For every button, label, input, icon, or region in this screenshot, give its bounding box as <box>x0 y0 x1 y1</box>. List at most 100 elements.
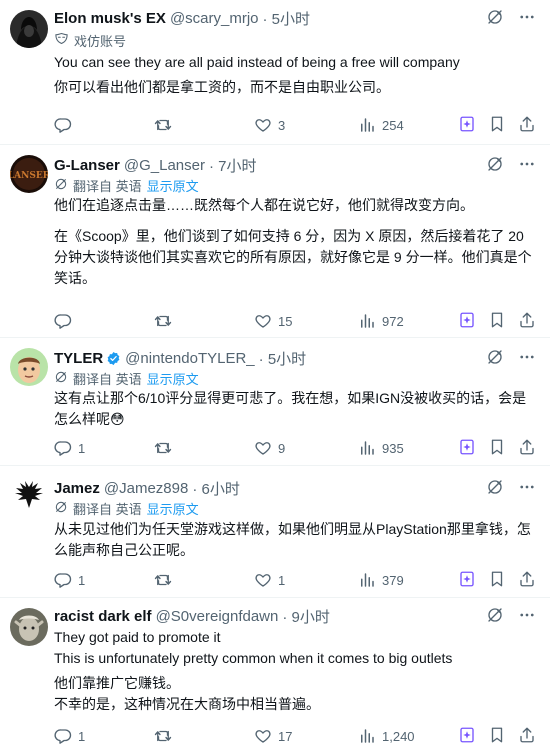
post-text-line: This is unfortunately pretty common when… <box>54 650 453 666</box>
post-time[interactable]: · 9小时 <box>282 606 330 627</box>
share-button[interactable] <box>518 115 536 136</box>
author-handle[interactable]: @nintendoTYLER_ <box>125 350 254 367</box>
author-handle[interactable]: @Jamez898 <box>104 480 188 497</box>
author-name[interactable]: G-Lanser <box>54 157 120 174</box>
bookmark-button[interactable] <box>488 570 506 591</box>
show-original-link[interactable]: 显示原文 <box>147 499 199 518</box>
reply-button[interactable] <box>54 312 154 330</box>
more-options-icon[interactable] <box>518 155 536 173</box>
heart-icon <box>254 727 272 745</box>
bar-chart-icon <box>358 571 376 589</box>
share-button[interactable] <box>518 570 536 591</box>
translated-from-label: 翻译自 英语 <box>73 371 142 387</box>
author-name[interactable]: TYLER <box>54 350 103 367</box>
post-text-line: 从未见过他们为任天堂游戏这样做，如果他们明显从PlayStation那里拿钱，怎… <box>54 521 531 558</box>
avatar[interactable] <box>10 478 48 516</box>
translate-icon <box>54 177 68 194</box>
author-name[interactable]: Elon musk's EX <box>54 10 166 27</box>
post-text-line: 他们在追逐点击量……既然每个人都在说它好，他们就得改变方向。 <box>54 197 474 213</box>
post-time[interactable]: · 7小时 <box>209 155 257 176</box>
grok-button[interactable] <box>458 726 476 747</box>
post-text-line: 在《Scoop》里，他们谈到了如何支持 6 分，因为 X 原因，然后接着花了 2… <box>54 228 532 286</box>
post-text: You can see they are all paid instead of… <box>54 52 536 98</box>
parody-mask-icon <box>54 31 69 49</box>
post-text-line: 这有点让那个6/10评分显得更可悲了。我在想，如果IGN没被收买的话，会是怎么样… <box>54 390 527 427</box>
heart-icon <box>254 312 272 330</box>
more-options-icon[interactable] <box>518 606 536 624</box>
reply-count: 1 <box>78 572 86 588</box>
view-count: 1,240 <box>382 728 415 744</box>
post-time[interactable]: · 5小时 <box>263 8 311 29</box>
share-button[interactable] <box>518 726 536 747</box>
retweet-button[interactable] <box>154 312 254 330</box>
reply-button[interactable]: 1 <box>54 439 154 457</box>
grok-explain-icon[interactable] <box>486 606 504 624</box>
more-options-icon[interactable] <box>518 8 536 26</box>
author-handle[interactable]: @G_Lanser <box>124 157 205 174</box>
post-text-line: They got paid to promote it <box>54 629 221 645</box>
views-button[interactable]: 1,240 <box>358 727 450 745</box>
view-count: 379 <box>382 572 404 588</box>
like-button[interactable]: 1 <box>254 571 358 589</box>
like-count: 3 <box>278 117 286 133</box>
reply-button[interactable]: 1 <box>54 727 154 745</box>
author-handle[interactable]: @S0vereignfdawn <box>156 608 279 625</box>
grok-explain-icon[interactable] <box>486 155 504 173</box>
grok-button[interactable] <box>458 115 476 136</box>
views-button[interactable]: 972 <box>358 312 450 330</box>
show-original-link[interactable]: 显示原文 <box>147 176 199 195</box>
retweet-button[interactable] <box>154 439 254 457</box>
post-text-line: 他们靠推广它赚钱。 <box>54 675 180 691</box>
post-time[interactable]: · 5小时 <box>259 348 307 369</box>
author-name[interactable]: Jamez <box>54 480 100 497</box>
verified-badge-icon <box>106 351 121 366</box>
share-button[interactable] <box>518 311 536 332</box>
reply-post-3[interactable]: TYLER @nintendoTYLER_ · 5小时 翻译自 英语 显示原文 … <box>0 338 550 466</box>
reply-post-4[interactable]: Jamez @Jamez898 · 6小时 翻译自 英语 显示原文 从未见过他们… <box>0 466 550 598</box>
reply-button[interactable] <box>54 116 154 134</box>
reply-post-2[interactable]: LANSER G-Lanser @G_Lanser · 7小时 翻译自 英语 显… <box>0 145 550 338</box>
show-original-link[interactable]: 显示原文 <box>147 369 199 388</box>
more-options-icon[interactable] <box>518 478 536 496</box>
avatar[interactable] <box>10 10 48 48</box>
svg-text:LANSER: LANSER <box>10 171 48 181</box>
grok-explain-icon[interactable] <box>486 478 504 496</box>
grok-explain-icon[interactable] <box>486 348 504 366</box>
g-lanser-logo-avatar-image: LANSER <box>10 155 48 193</box>
bookmark-button[interactable] <box>488 438 506 459</box>
reply-post-5[interactable]: racist dark elf @S0vereignfdawn · 9小时 Th… <box>0 598 550 754</box>
translated-from-label: 翻译自 英语 <box>73 501 142 517</box>
translate-icon <box>54 370 68 387</box>
views-button[interactable]: 935 <box>358 439 450 457</box>
retweet-button[interactable] <box>154 116 254 134</box>
bookmark-button[interactable] <box>488 726 506 747</box>
like-button[interactable]: 9 <box>254 439 358 457</box>
like-button[interactable]: 17 <box>254 727 358 745</box>
bookmark-button[interactable] <box>488 115 506 136</box>
avatar[interactable] <box>10 608 48 646</box>
grok-explain-icon[interactable] <box>486 8 504 26</box>
reply-post-1[interactable]: Elon musk's EX @scary_mrjo · 5小时 戏仿账号 Yo… <box>0 0 550 145</box>
author-handle[interactable]: @scary_mrjo <box>170 10 259 27</box>
post-text: 从未见过他们为任天堂游戏这样做，如果他们明显从PlayStation那里拿钱，怎… <box>54 519 536 561</box>
view-count: 935 <box>382 440 404 456</box>
grok-button[interactable] <box>458 438 476 459</box>
bookmark-button[interactable] <box>488 311 506 332</box>
more-options-icon[interactable] <box>518 348 536 366</box>
like-count: 1 <box>278 572 286 588</box>
like-button[interactable]: 3 <box>254 116 358 134</box>
views-button[interactable]: 379 <box>358 571 450 589</box>
grok-button[interactable] <box>458 311 476 332</box>
reply-button[interactable]: 1 <box>54 571 154 589</box>
author-name[interactable]: racist dark elf <box>54 608 152 625</box>
retweet-button[interactable] <box>154 727 254 745</box>
avatar[interactable] <box>10 348 48 386</box>
views-button[interactable]: 254 <box>358 116 450 134</box>
avatar[interactable]: LANSER <box>10 155 48 193</box>
post-time[interactable]: · 6小时 <box>192 478 240 499</box>
share-button[interactable] <box>518 438 536 459</box>
heart-icon <box>254 439 272 457</box>
grok-button[interactable] <box>458 570 476 591</box>
retweet-button[interactable] <box>154 571 254 589</box>
like-button[interactable]: 15 <box>254 312 358 330</box>
